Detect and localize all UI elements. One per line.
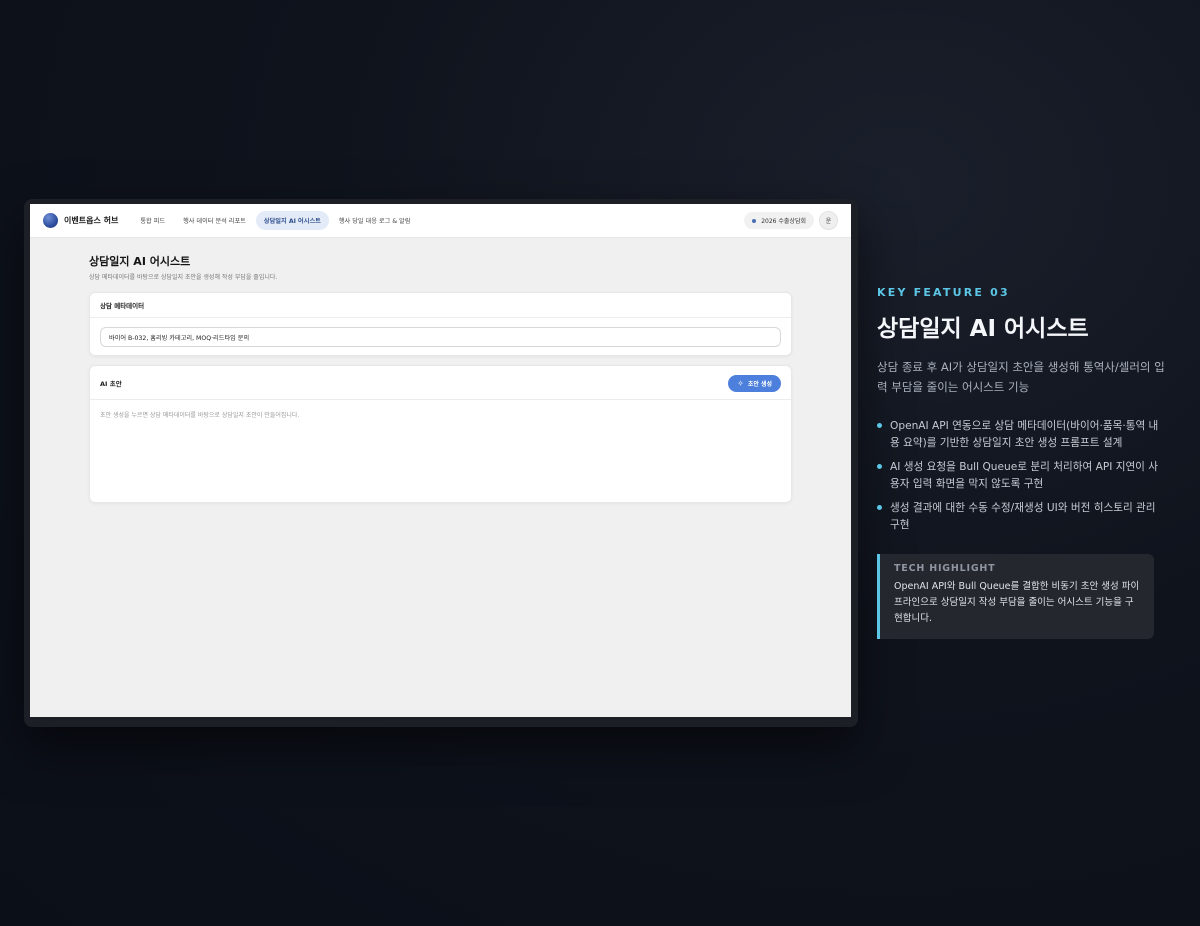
feature-bullet-text: AI 생성 요청을 Bull Queue로 분리 처리하여 API 지연이 사용… — [890, 461, 1159, 490]
tech-highlight-text: OpenAI API와 Bull Queue를 결합한 비동기 초안 생성 파이… — [894, 581, 1140, 624]
feature-bullet-text: OpenAI API 연동으로 상담 메타데이터(바이어·품목·통역 내용 요약… — [890, 420, 1159, 449]
feature-bullet: 생성 결과에 대한 수동 수정/재생성 UI와 버전 히스토리 관리 구현 — [877, 500, 1162, 533]
tech-highlight-label: TECH HIGHLIGHT — [894, 563, 996, 574]
feature-bullet: AI 생성 요청을 Bull Queue로 분리 처리하여 API 지연이 사용… — [877, 459, 1162, 492]
nav-right: 2026 수출상담회 운 — [744, 211, 838, 230]
feature-eyebrow: KEY FEATURE 03 — [877, 286, 1010, 299]
brand-name[interactable]: 이벤트옵스 허브 — [64, 215, 118, 226]
page-description: 상담 메타데이터를 바탕으로 상담일지 초안을 생성해 작성 부담을 줄입니다. — [89, 274, 278, 281]
feature-description: 상담 종료 후 AI가 상담일지 초안을 생성해 통역사/셀러의 입력 부담을 … — [877, 360, 1165, 394]
tech-highlight-box: TECH HIGHLIGHT OpenAI API와 Bull Queue를 결… — [877, 554, 1154, 639]
event-selector[interactable]: 2026 수출상담회 — [744, 212, 814, 229]
main-content: 상담일지 AI 어시스트 상담 메타데이터를 바탕으로 상담일지 초안을 생성해… — [89, 253, 792, 503]
metadata-card-title: 상담 메타데이터 — [90, 293, 791, 318]
feature-bullet: OpenAI API 연동으로 상담 메타데이터(바이어·품목·통역 내용 요약… — [877, 418, 1162, 451]
nav-item-ai-assist[interactable]: 상담일지 AI 어시스트 — [255, 211, 329, 230]
page-title: 상담일지 AI 어시스트 — [89, 255, 191, 268]
event-chip-label: 2026 수출상담회 — [761, 218, 806, 225]
sparkle-icon: ✧ — [737, 378, 744, 388]
status-dot-icon — [752, 218, 757, 223]
feature-bullets: OpenAI API 연동으로 상담 메타데이터(바이어·품목·통역 내용 요약… — [877, 418, 1162, 541]
avatar[interactable]: 운 — [819, 211, 838, 230]
draft-card: AI 초안 ✧ 초안 생성 초안 생성을 누르면 상담 메타데이터를 바탕으로 … — [89, 365, 792, 503]
metadata-card: 상담 메타데이터 바이어 B-032, 홈리빙 카테고리, MOQ·리드타임 문… — [89, 292, 792, 356]
feature-title: 상담일지 AI 어시스트 — [877, 316, 1089, 342]
metadata-input[interactable]: 바이어 B-032, 홈리빙 카테고리, MOQ·리드타임 문의 — [100, 327, 781, 347]
generate-draft-label: 초안 생성 — [747, 381, 772, 388]
bullet-dot-icon — [877, 505, 882, 510]
nav-item-report[interactable]: 행사 데이터 분석 리포트 — [175, 211, 254, 230]
generate-draft-button[interactable]: ✧ 초안 생성 — [728, 375, 781, 392]
bullet-dot-icon — [877, 423, 882, 428]
top-nav: 이벤트옵스 허브 통합 피드 행사 데이터 분석 리포트 상담일지 AI 어시스… — [30, 204, 851, 238]
app-screen: 이벤트옵스 허브 통합 피드 행사 데이터 분석 리포트 상담일지 AI 어시스… — [30, 204, 851, 717]
draft-card-header: AI 초안 ✧ 초안 생성 — [90, 366, 791, 400]
bullet-dot-icon — [877, 464, 882, 469]
nav-item-feed[interactable]: 통합 피드 — [132, 211, 173, 230]
draft-placeholder: 초안 생성을 누르면 상담 메타데이터를 바탕으로 상담일지 초안이 만들어집니… — [100, 412, 300, 419]
draft-card-title: AI 초안 — [100, 379, 122, 388]
feature-bullet-text: 생성 결과에 대한 수동 수정/재생성 UI와 버전 히스토리 관리 구현 — [890, 502, 1156, 531]
nav-item-event-log[interactable]: 행사 당일 대응 로그 & 알림 — [331, 211, 419, 230]
logo-icon — [43, 213, 58, 228]
